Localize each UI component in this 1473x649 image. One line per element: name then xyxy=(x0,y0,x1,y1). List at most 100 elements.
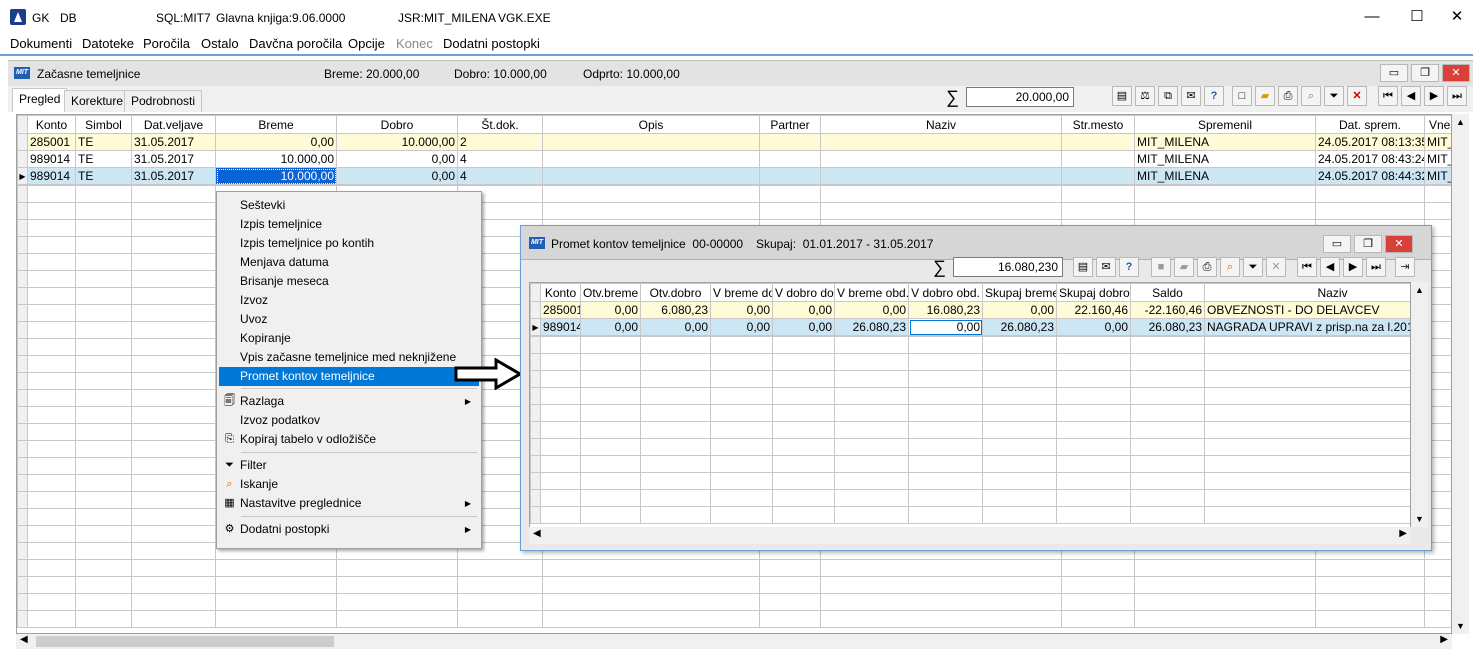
filter-icon[interactable]: ⏷ xyxy=(1243,257,1263,277)
col-dat-sprem[interactable]: Dat. sprem. xyxy=(1315,115,1425,134)
cell-opis[interactable] xyxy=(542,150,760,168)
search-icon[interactable]: ⌕ xyxy=(1301,86,1321,106)
cell-vnesel[interactable]: MIT_ xyxy=(1424,167,1451,185)
menu-item-izvoz-podatkov[interactable]: Izvoz podatkov xyxy=(219,411,479,430)
cell-st-dok[interactable]: 4 xyxy=(457,150,543,168)
cell-breme-active[interactable]: 10.000,00 xyxy=(215,167,337,185)
col-v-breme-obd[interactable]: V breme obd. xyxy=(834,283,909,302)
new-doc-icon[interactable]: □ xyxy=(1232,86,1252,106)
cell-simbol[interactable]: TE xyxy=(75,133,132,151)
chat-icon[interactable]: ✉ xyxy=(1181,86,1201,106)
cell-v-breme-do[interactable]: 0,00 xyxy=(710,318,773,336)
cell-otv-dobro[interactable]: 0,00 xyxy=(640,318,711,336)
cell-dobro[interactable]: 10.000,00 xyxy=(336,133,458,151)
cell-dat-veljave[interactable]: 31.05.2017 xyxy=(131,150,216,168)
scroll-down-icon[interactable]: ▼ xyxy=(1411,511,1428,527)
cell-dobro[interactable]: 0,00 xyxy=(336,167,458,185)
cell-skupaj-dobro[interactable]: 22.160,46 xyxy=(1056,301,1131,319)
popup-horizontal-scrollbar[interactable]: ◀ ▶ xyxy=(529,527,1411,544)
main-vertical-scrollbar[interactable]: ▲ ▼ xyxy=(1452,114,1469,634)
table-row-selected[interactable]: ▶ 989014 TE 31.05.2017 10.000,00 0,00 4 … xyxy=(17,167,1451,185)
scroll-up-icon[interactable]: ▲ xyxy=(1411,282,1428,298)
prev-record-icon[interactable]: ◀ xyxy=(1401,86,1421,106)
cell-dat-sprem[interactable]: 24.05.2017 08:44:32 xyxy=(1315,167,1425,185)
tab-podrobnosti[interactable]: Podrobnosti xyxy=(124,90,203,112)
open-folder-icon[interactable]: ▰ xyxy=(1174,257,1194,277)
cell-saldo[interactable]: -22.160,46 xyxy=(1130,301,1205,319)
cell-opis[interactable] xyxy=(542,133,760,151)
delete-icon[interactable]: ✕ xyxy=(1266,257,1286,277)
col-opis[interactable]: Opis xyxy=(542,115,760,134)
copy-docs-icon[interactable]: ⧉ xyxy=(1158,86,1178,106)
menu-item-iskanje[interactable]: ⌕ Iskanje xyxy=(219,475,479,494)
last-record-icon[interactable]: ⏭ xyxy=(1366,257,1386,277)
cell-saldo[interactable]: 26.080,23 xyxy=(1130,318,1205,336)
cell-konto[interactable]: 989014 xyxy=(27,150,76,168)
menu-konec[interactable]: Konec xyxy=(396,36,433,51)
cell-simbol[interactable]: TE xyxy=(75,167,132,185)
cell-dat-veljave[interactable]: 31.05.2017 xyxy=(131,167,216,185)
scale-icon[interactable]: ⚖ xyxy=(1135,86,1155,106)
cell-naziv[interactable]: OBVEZNOSTI - DO DELAVCEV xyxy=(1204,301,1410,319)
cell-spremenil[interactable]: MIT_MILENA xyxy=(1134,150,1316,168)
cell-simbol[interactable]: TE xyxy=(75,150,132,168)
help-icon[interactable]: ? xyxy=(1119,257,1139,277)
col-naziv[interactable]: Naziv xyxy=(1204,283,1410,302)
menu-item-izvoz[interactable]: Izvoz xyxy=(219,291,479,310)
col-saldo[interactable]: Saldo xyxy=(1130,283,1205,302)
col-dobro[interactable]: Dobro xyxy=(336,115,458,134)
child-minimize-button[interactable]: ▭ xyxy=(1380,64,1408,82)
cell-naziv[interactable] xyxy=(820,133,1062,151)
cell-vnesel[interactable]: MIT_ xyxy=(1424,150,1451,168)
col-v-breme-do[interactable]: V breme do xyxy=(710,283,773,302)
col-breme[interactable]: Breme xyxy=(215,115,337,134)
cell-naziv[interactable] xyxy=(820,167,1062,185)
table-row[interactable]: 285001 TE 31.05.2017 0,00 10.000,00 2 MI… xyxy=(17,133,1451,151)
menu-item-razlaga[interactable]: 🗐 Razlaga ▶ xyxy=(219,392,479,411)
cell-konto[interactable]: 989014 xyxy=(540,318,581,336)
col-konto[interactable]: Konto xyxy=(540,283,581,302)
cell-breme[interactable]: 0,00 xyxy=(215,133,337,151)
menu-dokumenti[interactable]: Dokumenti xyxy=(10,36,72,51)
menu-davcna-porocila[interactable]: Davčna poročila xyxy=(249,36,342,51)
table-row[interactable]: 989014 TE 31.05.2017 10.000,00 0,00 4 MI… xyxy=(17,150,1451,168)
scroll-left-icon[interactable]: ◀ xyxy=(533,528,541,539)
cell-skupaj-breme[interactable]: 0,00 xyxy=(982,301,1057,319)
cell-otv-dobro[interactable]: 6.080,23 xyxy=(640,301,711,319)
tab-pregled[interactable]: Pregled xyxy=(12,88,68,112)
cell-str-mesto[interactable] xyxy=(1061,167,1135,185)
cell-spremenil[interactable]: MIT_MILENA xyxy=(1134,133,1316,151)
table-row-selected[interactable]: ▶ 989014 0,00 0,00 0,00 0,00 26.080,23 0… xyxy=(530,318,1410,336)
menu-ostalo[interactable]: Ostalo xyxy=(201,36,239,51)
horizontal-scroll-thumb[interactable] xyxy=(36,636,334,647)
menu-item-menjava-datuma[interactable]: Menjava datuma xyxy=(219,253,479,272)
cell-vnesel[interactable]: MIT_ xyxy=(1424,133,1451,151)
sum-calc-icon[interactable]: ▤ xyxy=(1073,257,1093,277)
tab-korekture[interactable]: Korekture xyxy=(64,90,131,112)
cell-v-dobro-obd-editing[interactable]: 0,00 xyxy=(908,318,983,336)
cell-partner[interactable] xyxy=(759,150,821,168)
col-dat-veljave[interactable]: Dat.veljave xyxy=(131,115,216,134)
child-close-button[interactable]: ✕ xyxy=(1442,64,1470,82)
cell-st-dok[interactable]: 2 xyxy=(457,133,543,151)
cell-st-dok[interactable]: 4 xyxy=(457,167,543,185)
print-icon[interactable]: ⎙ xyxy=(1197,257,1217,277)
cell-breme[interactable]: 10.000,00 xyxy=(215,150,337,168)
filter-icon[interactable]: ⏷ xyxy=(1324,86,1344,106)
close-button[interactable]: ✕ xyxy=(1441,6,1473,28)
search-icon[interactable]: ⌕ xyxy=(1220,257,1240,277)
menu-porocila[interactable]: Poročila xyxy=(143,36,190,51)
cell-str-mesto[interactable] xyxy=(1061,133,1135,151)
help-icon[interactable]: ? xyxy=(1204,86,1224,106)
col-partner[interactable]: Partner xyxy=(759,115,821,134)
col-st-dok[interactable]: Št.dok. xyxy=(457,115,543,134)
scroll-left-icon[interactable]: ◀ xyxy=(20,634,28,645)
last-record-icon[interactable]: ⏭ xyxy=(1447,86,1467,106)
menu-item-vpis-zacasne[interactable]: Vpis začasne temeljnice med neknjižene xyxy=(219,348,479,367)
menu-item-nastavitve[interactable]: ▦ Nastavitve preglednice ▶ xyxy=(219,494,479,513)
menu-item-kopiraj-tabelo[interactable]: ⎘ Kopiraj tabelo v odložišče xyxy=(219,430,479,449)
col-vnesel[interactable]: Vnese xyxy=(1424,115,1451,134)
first-record-icon[interactable]: ⏮ xyxy=(1297,257,1317,277)
popup-minimize-button[interactable]: ▭ xyxy=(1323,235,1351,253)
cell-str-mesto[interactable] xyxy=(1061,150,1135,168)
